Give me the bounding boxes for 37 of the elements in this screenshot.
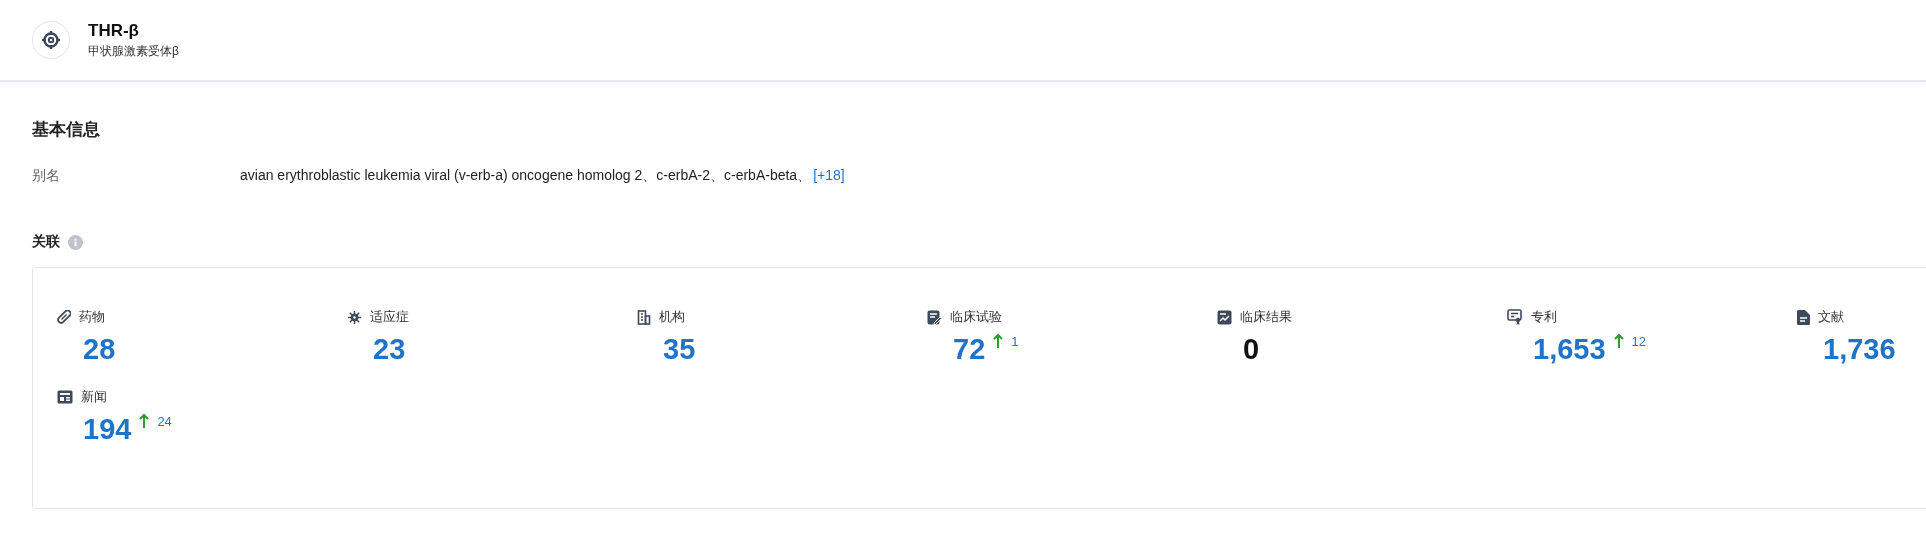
target-subtitle: 甲状腺激素受体β [88,42,179,60]
count-value[interactable]: 28 [83,332,116,366]
count-value[interactable]: 194 [83,412,132,446]
up-arrow-icon [1613,333,1624,349]
virus-icon [347,309,362,325]
field-value: avian erythroblastic leukemia viral (v-erb-a) oncogene homolog 2、c-erbA-2、c-erbA-beta、[+18] [240,167,845,185]
up-arrow-icon [993,333,1004,349]
count-value[interactable]: 1,653 [1533,332,1606,366]
trend-count: 1 [1011,334,1019,349]
trend-count: 24 [157,414,172,429]
count-value[interactable]: 72 [953,332,986,366]
section-heading: 基本信息 [32,119,101,141]
count-value[interactable]: 23 [373,332,406,366]
category-label: 临床结果 [1240,308,1292,326]
target-title: THR-β [88,20,139,41]
count-value: 0 [1243,332,1260,366]
chart-icon [1217,309,1232,325]
newspaper-icon [57,390,73,404]
category-label: 专利 [1531,308,1557,326]
clipboard-edit-icon [927,309,942,325]
category-label: 适应症 [370,308,409,326]
count-value[interactable]: 1,736 [1823,332,1896,366]
document-icon [1797,309,1810,325]
category-label: 机构 [659,308,685,326]
building-icon [637,309,651,325]
count-value[interactable]: 35 [663,332,696,366]
category-label: 文献 [1818,308,1844,326]
section-heading: 关联 [32,233,60,251]
category-label: 新闻 [81,388,107,406]
certificate-icon [1507,309,1523,325]
up-arrow-icon [139,413,150,429]
info-icon[interactable] [68,234,83,250]
category-label: 临床试验 [950,308,1002,326]
field-label: 别名 [32,167,61,185]
trend-count: 12 [1631,334,1647,349]
category-label: 药物 [79,308,105,326]
more-link[interactable]: [+18] [813,167,845,183]
